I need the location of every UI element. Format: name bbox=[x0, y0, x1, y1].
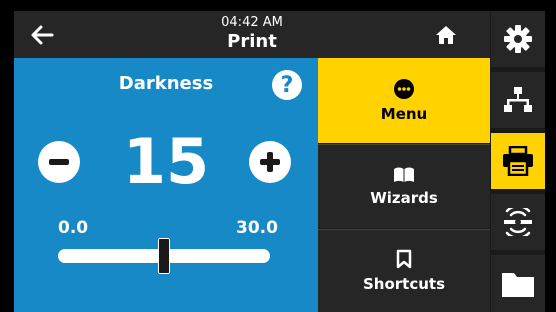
menu-tile[interactable]: Menu bbox=[318, 58, 490, 143]
bookmark-icon bbox=[396, 249, 412, 269]
shortcuts-tile-label: Shortcuts bbox=[362, 275, 446, 293]
help-button[interactable]: ? bbox=[272, 70, 302, 100]
shortcuts-tile[interactable]: Shortcuts bbox=[318, 229, 490, 312]
home-button[interactable] bbox=[429, 19, 463, 51]
wireless-icon bbox=[504, 208, 532, 236]
sidebar-item-connection[interactable] bbox=[491, 72, 545, 128]
network-icon bbox=[504, 87, 532, 112]
sidebar bbox=[491, 11, 545, 312]
gear-icon bbox=[504, 25, 532, 53]
menu-dots-icon bbox=[394, 78, 414, 99]
range-min-label: 0.0 bbox=[58, 218, 89, 238]
folder-icon bbox=[502, 272, 534, 297]
clock-time: 04:42 AM bbox=[221, 15, 283, 30]
sidebar-item-storage[interactable] bbox=[491, 255, 545, 312]
printer-screen: 04:42 AM Print Darkness ? 15 0.0 30.0 Me… bbox=[14, 11, 545, 312]
range-max-label: 30.0 bbox=[236, 218, 278, 238]
header-bar: 04:42 AM Print bbox=[14, 11, 490, 58]
sidebar-item-wireless[interactable] bbox=[491, 194, 545, 250]
menu-column: Menu Wizards Shortcuts bbox=[318, 58, 490, 312]
device-frame: 04:42 AM Print Darkness ? 15 0.0 30.0 Me… bbox=[0, 0, 556, 312]
home-icon bbox=[436, 26, 456, 44]
page-title: Print bbox=[227, 31, 277, 52]
darkness-panel: Darkness ? 15 0.0 30.0 bbox=[14, 58, 318, 312]
book-icon bbox=[394, 167, 414, 182]
increase-button[interactable] bbox=[249, 141, 291, 183]
sidebar-item-settings[interactable] bbox=[491, 11, 545, 67]
sidebar-item-print[interactable] bbox=[491, 133, 545, 189]
wizards-tile[interactable]: Wizards bbox=[318, 144, 490, 228]
darkness-slider[interactable] bbox=[58, 238, 270, 274]
slider-thumb[interactable] bbox=[158, 238, 170, 274]
printer-icon bbox=[503, 146, 533, 176]
menu-tile-label: Menu bbox=[380, 104, 428, 123]
plus-icon bbox=[260, 152, 280, 172]
wizards-tile-label: Wizards bbox=[370, 188, 438, 207]
